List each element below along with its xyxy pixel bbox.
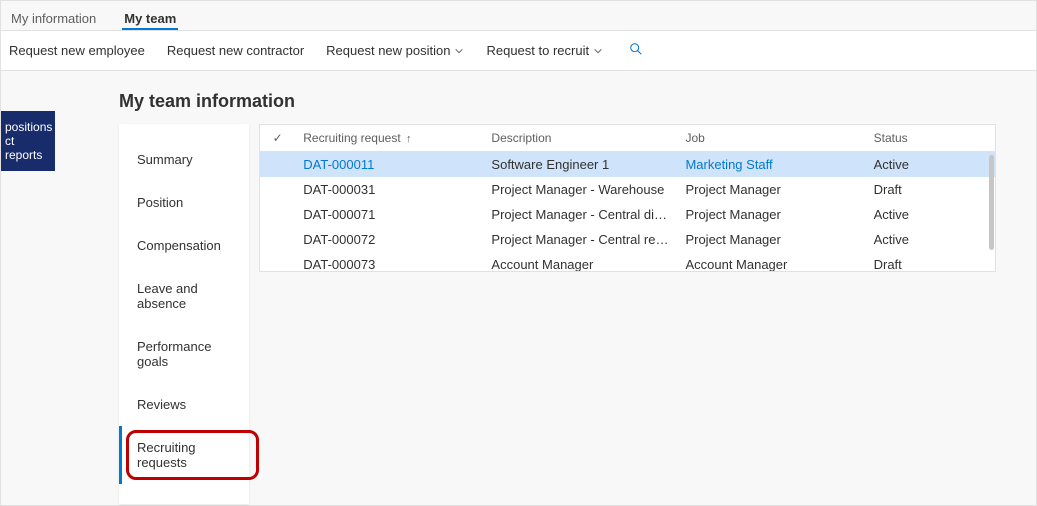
cell-description: Project Manager - Central region <box>483 227 677 252</box>
search-button[interactable] <box>629 42 643 59</box>
sidebar-item-compensation[interactable]: Compensation <box>119 224 249 267</box>
cell-check[interactable] <box>260 202 295 227</box>
cell-description: Software Engineer 1 <box>483 152 677 178</box>
request-to-recruit-dropdown[interactable]: Request to recruit <box>486 43 603 58</box>
request-new-position-label: Request new position <box>326 43 450 58</box>
content-wrap: positions ct reports My team information… <box>1 71 1036 505</box>
cell-status: Draft <box>866 177 995 202</box>
sidebar-item-reviews[interactable]: Reviews <box>119 383 249 426</box>
cell-job[interactable]: Project Manager <box>677 202 865 227</box>
col-recruiting-request[interactable]: Recruiting request ↑ <box>295 125 483 152</box>
cell-request-id[interactable]: DAT-000073 <box>295 252 483 272</box>
cell-request-id[interactable]: DAT-000071 <box>295 202 483 227</box>
cell-job[interactable]: Account Manager <box>677 252 865 272</box>
col-status[interactable]: Status <box>866 125 995 152</box>
cell-request-id[interactable]: DAT-000072 <box>295 227 483 252</box>
table-row[interactable]: DAT-000011Software Engineer 1Marketing S… <box>260 152 995 178</box>
sidebar-item-performance-goals[interactable]: Performance goals <box>119 325 249 383</box>
table-row[interactable]: DAT-000072Project Manager - Central regi… <box>260 227 995 252</box>
cell-job[interactable]: Project Manager <box>677 227 865 252</box>
left-partial-panel[interactable]: positions ct reports <box>1 111 55 171</box>
scrollbar-thumb[interactable] <box>989 155 994 250</box>
request-to-recruit-label: Request to recruit <box>486 43 589 58</box>
col-check[interactable]: ✓ <box>260 125 295 152</box>
table-row[interactable]: DAT-000073Account ManagerAccount Manager… <box>260 252 995 272</box>
cell-request-id[interactable]: DAT-000011 <box>295 152 483 178</box>
cell-check[interactable] <box>260 152 295 178</box>
sort-asc-icon: ↑ <box>406 133 412 145</box>
cell-check[interactable] <box>260 227 295 252</box>
cell-job[interactable]: Project Manager <box>677 177 865 202</box>
cell-status: Active <box>866 152 995 178</box>
tab-my-team[interactable]: My team <box>122 9 178 30</box>
page-title: My team information <box>119 91 1036 112</box>
left-pill-line1: positions <box>5 120 51 134</box>
request-new-employee-button[interactable]: Request new employee <box>9 43 145 58</box>
cell-description: Project Manager - Central divisi... <box>483 202 677 227</box>
recruiting-requests-table-wrap: ✓ Recruiting request ↑ Description Job S… <box>259 124 996 272</box>
cell-status: Draft <box>866 252 995 272</box>
sidebar-item-recruiting-requests[interactable]: Recruiting requests <box>119 426 249 484</box>
toolbar: Request new employee Request new contrac… <box>1 31 1036 71</box>
sidebar-item-position[interactable]: Position <box>119 181 249 224</box>
cell-request-id[interactable]: DAT-000031 <box>295 177 483 202</box>
col-description[interactable]: Description <box>483 125 677 152</box>
request-new-position-dropdown[interactable]: Request new position <box>326 43 464 58</box>
cell-check[interactable] <box>260 252 295 272</box>
section-sidebar: Summary Position Compensation Leave and … <box>119 124 249 504</box>
search-icon <box>629 42 643 56</box>
main-area: My team information Summary Position Com… <box>55 71 1036 505</box>
chevron-down-icon <box>454 46 464 56</box>
top-tabs: My information My team <box>1 1 1036 31</box>
col-job[interactable]: Job <box>677 125 865 152</box>
cell-status: Active <box>866 202 995 227</box>
cell-description: Project Manager - Warehouse <box>483 177 677 202</box>
col-recruiting-request-label: Recruiting request <box>303 131 400 145</box>
main-columns: Summary Position Compensation Leave and … <box>119 124 1036 504</box>
request-new-contractor-button[interactable]: Request new contractor <box>167 43 304 58</box>
sidebar-item-label: Recruiting requests <box>137 440 196 470</box>
cell-status: Active <box>866 227 995 252</box>
recruiting-requests-table: ✓ Recruiting request ↑ Description Job S… <box>260 125 995 272</box>
table-header-row: ✓ Recruiting request ↑ Description Job S… <box>260 125 995 152</box>
sidebar-item-leave-absence[interactable]: Leave and absence <box>119 267 249 325</box>
cell-description: Account Manager <box>483 252 677 272</box>
tab-my-information[interactable]: My information <box>9 9 98 30</box>
left-pill-line2: ct reports <box>5 134 51 162</box>
table-row[interactable]: DAT-000031Project Manager - WarehousePro… <box>260 177 995 202</box>
cell-check[interactable] <box>260 177 295 202</box>
chevron-down-icon <box>593 46 603 56</box>
cell-job[interactable]: Marketing Staff <box>677 152 865 178</box>
table-row[interactable]: DAT-000071Project Manager - Central divi… <box>260 202 995 227</box>
sidebar-item-summary[interactable]: Summary <box>119 138 249 181</box>
